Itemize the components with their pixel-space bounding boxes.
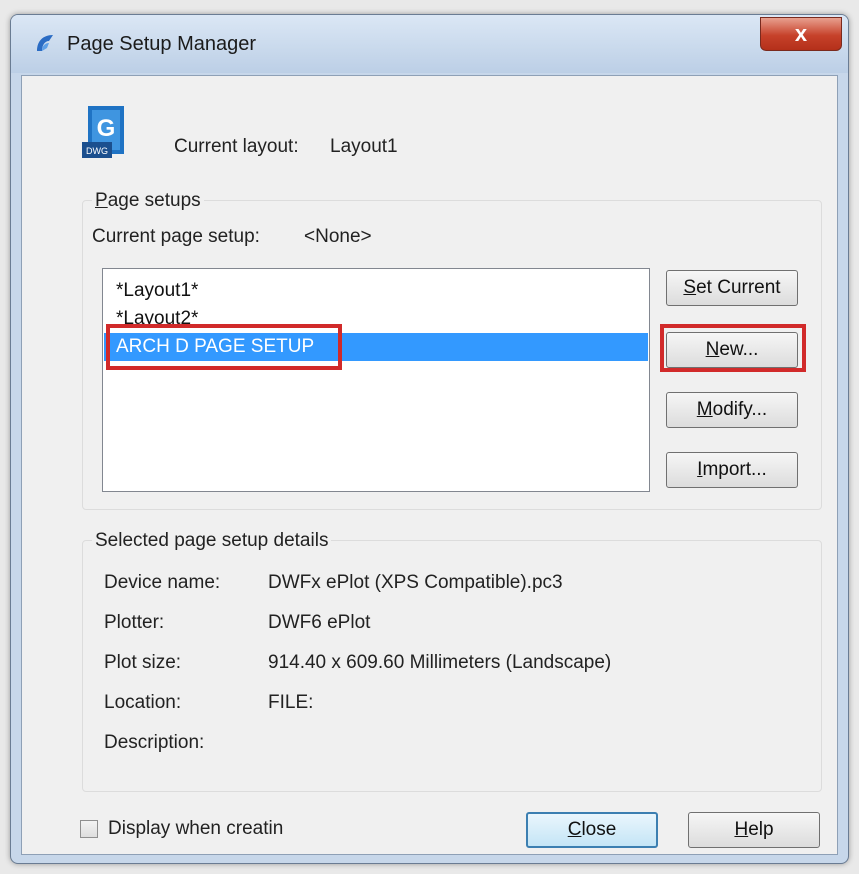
import-button[interactable]: Import... [666, 452, 798, 488]
window-title: Page Setup Manager [67, 33, 257, 55]
device-name-value: DWFx ePlot (XPS Compatible).pc3 [268, 572, 563, 593]
dwg-icon-caption: DWG [86, 146, 108, 156]
app-icon [37, 35, 53, 51]
location-label: Location: [104, 692, 182, 713]
plot-size-value: 914.40 x 609.60 Millimeters (Landscape) [268, 652, 612, 673]
current-layout-label: Current layout: [174, 136, 299, 157]
plotter-value: DWF6 ePlot [268, 612, 371, 633]
set-current-button[interactable]: Set Current [666, 270, 798, 306]
page-setup-item-arch-d[interactable]: ARCH D PAGE SETUP [104, 333, 648, 361]
title-bar[interactable]: Page Setup Manager x [11, 15, 848, 73]
page-setup-item-layout1[interactable]: *Layout1* [104, 277, 648, 305]
close-button[interactable]: Close [526, 812, 658, 848]
dwg-icon-letter: G [97, 115, 116, 142]
page-setups-group-title: Page setups [92, 190, 204, 212]
current-page-setup-label: Current page setup: [92, 226, 260, 247]
new-button[interactable]: New... [666, 332, 798, 368]
plotter-label: Plotter: [104, 612, 165, 633]
close-icon: x [794, 21, 808, 46]
dialog-body: G DWG Current layout: Layout1 Page setup… [21, 75, 838, 855]
window-close-button[interactable]: x [760, 17, 842, 51]
dwg-file-icon: G DWG [82, 106, 124, 158]
details-group-title: Selected page setup details [92, 530, 332, 552]
current-page-setup-value: <None> [304, 226, 372, 247]
location-value: FILE: [268, 692, 314, 713]
device-name-label: Device name: [104, 572, 221, 593]
modify-button[interactable]: Modify... [666, 392, 798, 428]
description-label: Description: [104, 732, 205, 753]
page-setup-manager-window: Page Setup Manager x G DWG Current layou… [10, 14, 849, 864]
page-setup-item-layout2[interactable]: *Layout2* [104, 305, 648, 333]
display-when-creating-checkbox[interactable] [80, 820, 98, 838]
help-button[interactable]: Help [688, 812, 820, 848]
current-layout-value: Layout1 [330, 136, 398, 157]
plot-size-label: Plot size: [104, 652, 182, 673]
display-when-creating-label[interactable]: Display when creatin [108, 818, 283, 840]
page-setups-list[interactable]: *Layout1* *Layout2* ARCH D PAGE SETUP [102, 268, 650, 492]
